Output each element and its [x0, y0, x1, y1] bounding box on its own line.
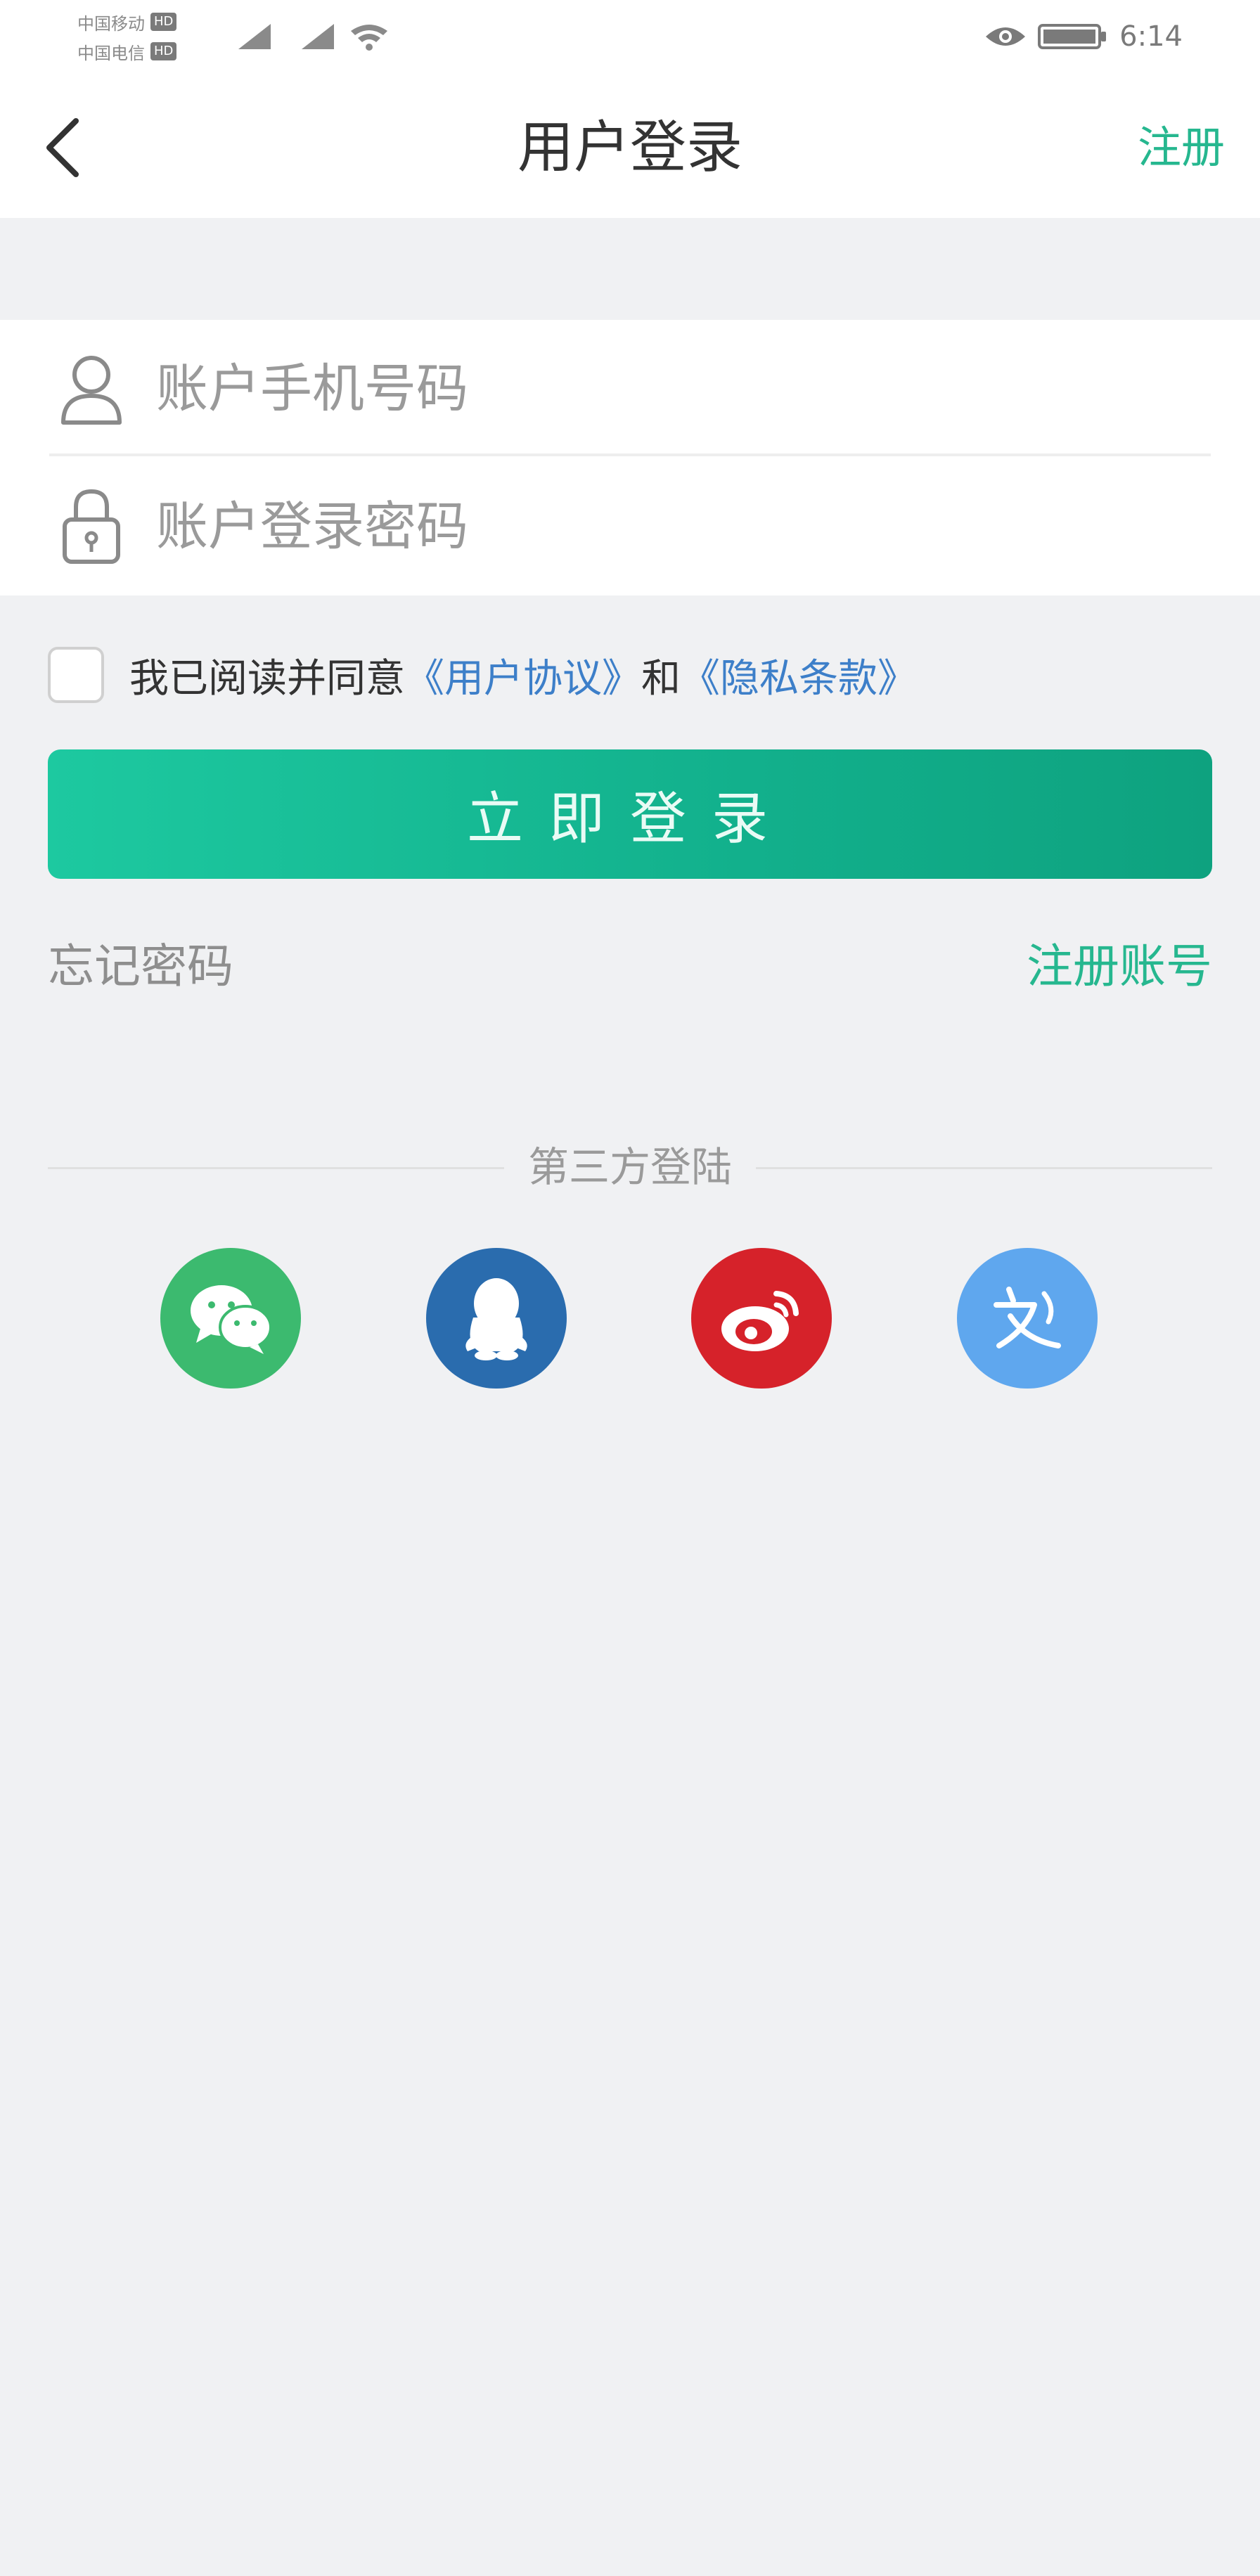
password-field-row	[0, 458, 1260, 595]
login-button[interactable]: 立即登录	[48, 749, 1212, 879]
login-screen: 中国移动 HD 中国电信 HD 6:14 用户登录 注册 账户手机号码 我已阅读…	[0, 0, 1260, 2576]
phone-field-row	[0, 320, 1260, 458]
weibo-icon	[721, 1291, 799, 1351]
hd-badge: HD	[150, 13, 177, 31]
agreement-conjunction: 和	[641, 655, 681, 702]
agree-checkbox[interactable]	[48, 647, 104, 703]
wechat-icon	[191, 1285, 272, 1354]
forgot-password-link[interactable]: 忘记密码	[48, 932, 233, 1002]
status-right: 6:14	[984, 15, 1183, 58]
agreement-row: 我已阅读并同意 《用户协议》 和 《隐私条款》	[48, 640, 917, 710]
user-icon	[61, 356, 122, 425]
carrier-1-label: 中国移动	[77, 13, 145, 34]
qq-icon	[465, 1278, 527, 1360]
lock-icon	[63, 489, 120, 564]
login-form	[0, 320, 1260, 595]
hd-badge: HD	[150, 42, 177, 60]
register-account-link[interactable]: 注册账号	[1027, 932, 1212, 1002]
status-bar: 中国移动 HD 中国电信 HD 6:14	[0, 0, 1260, 77]
field-divider	[49, 453, 1211, 456]
status-time: 6:14	[1119, 20, 1183, 53]
third-party-label: 第三方登陆	[0, 1132, 1260, 1202]
weibo-login-button[interactable]	[691, 1248, 832, 1389]
password-input[interactable]	[155, 488, 1139, 565]
page-title: 用户登录	[518, 115, 742, 180]
carrier-2-label: 中国电信	[77, 43, 145, 63]
qq-login-button[interactable]	[426, 1248, 567, 1389]
wechat-login-button[interactable]	[160, 1248, 301, 1389]
carrier-info: 中国移动 HD 中国电信 HD	[77, 7, 218, 66]
battery-icon	[1038, 24, 1107, 49]
user-agreement-link[interactable]: 《用户协议》	[405, 647, 641, 704]
eye-icon	[986, 27, 1026, 46]
signal-icon	[302, 24, 334, 49]
other-login-icon	[994, 1287, 1061, 1348]
agreement-text: 我已阅读并同意	[129, 655, 405, 702]
nav-bar: 用户登录 注册	[0, 77, 1260, 218]
wifi-icon	[351, 25, 387, 51]
other-login-button[interactable]	[957, 1248, 1098, 1389]
nav-register-link[interactable]: 注册	[1138, 120, 1225, 176]
phone-input[interactable]	[155, 350, 1139, 427]
signal-icon	[238, 24, 271, 49]
privacy-policy-link[interactable]: 《隐私条款》	[681, 647, 917, 704]
